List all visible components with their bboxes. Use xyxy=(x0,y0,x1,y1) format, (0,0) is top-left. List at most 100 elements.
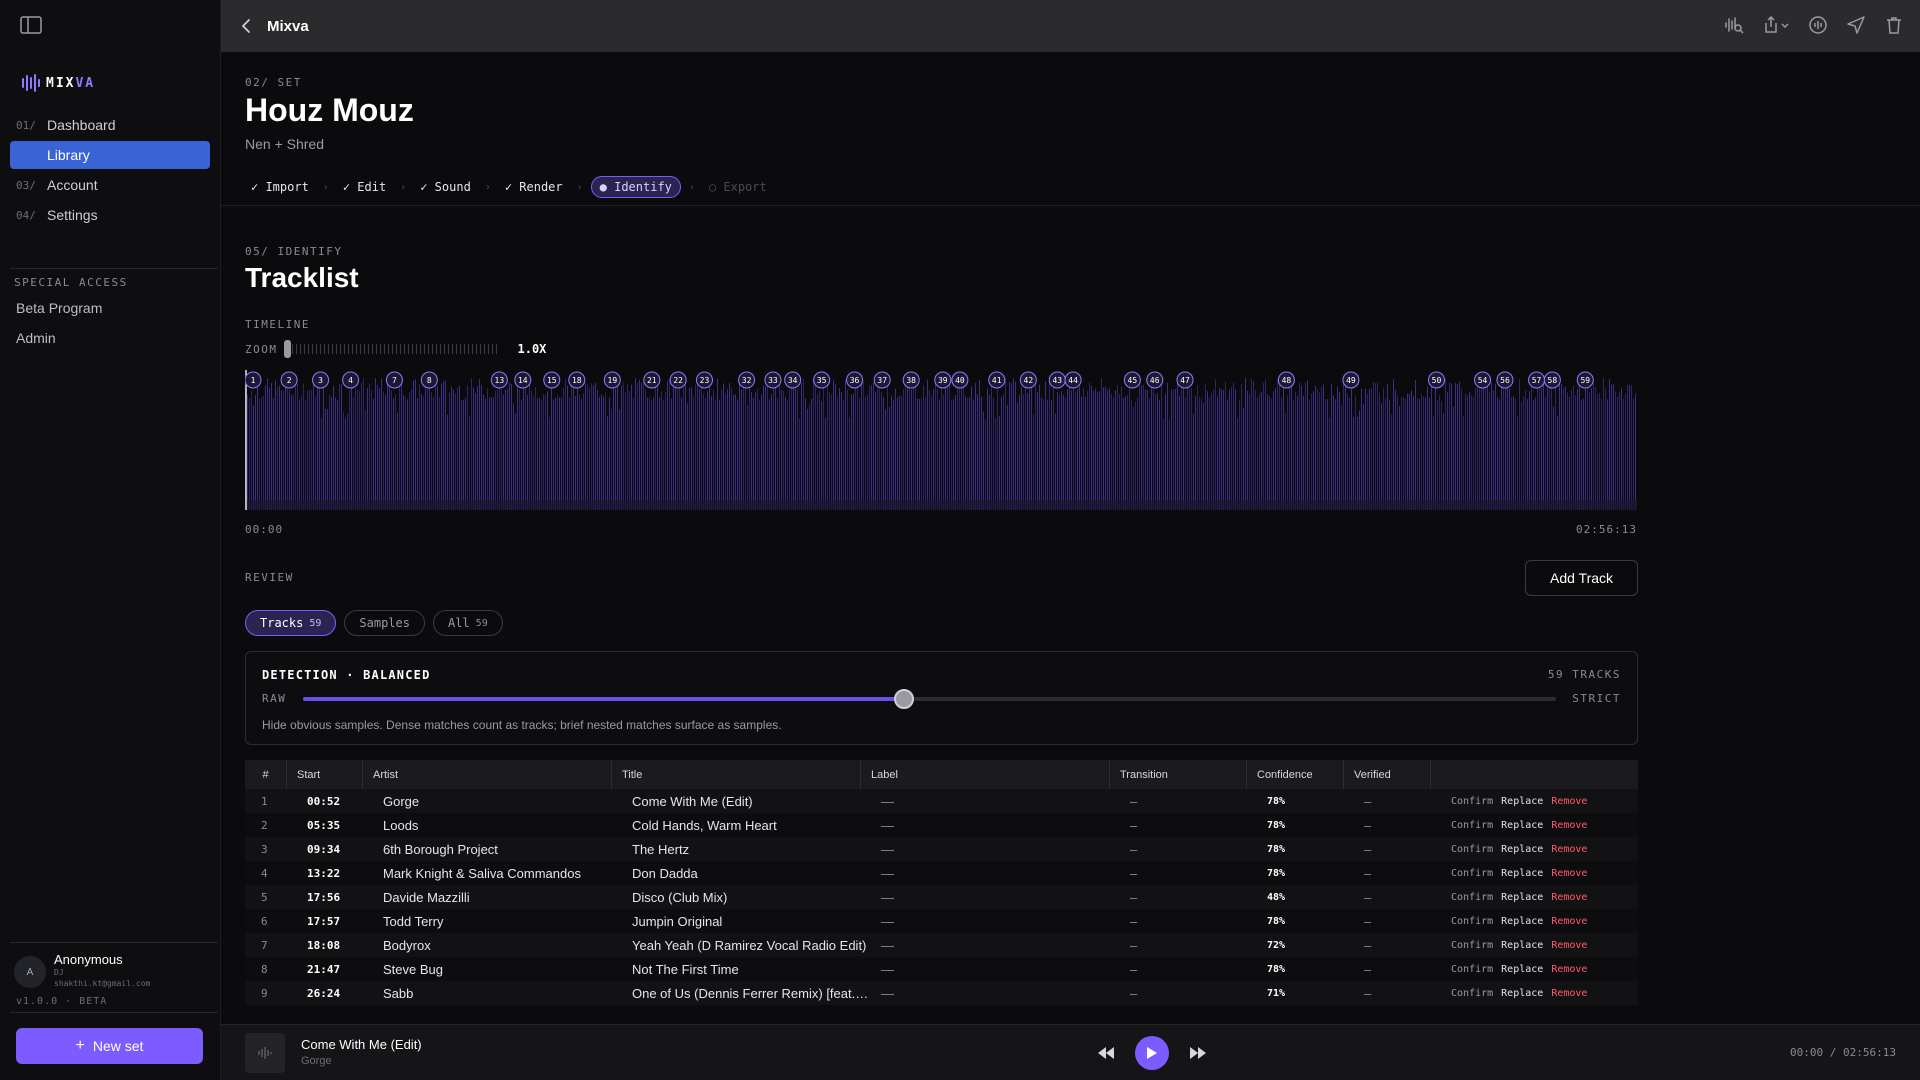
trash-icon[interactable] xyxy=(1884,15,1904,35)
track-marker[interactable]: 50 xyxy=(1427,371,1445,389)
replace-button[interactable]: Replace xyxy=(1501,844,1543,855)
column-header-start[interactable]: Start xyxy=(287,760,363,789)
sidebar-toggle-icon[interactable] xyxy=(20,16,42,34)
remove-button[interactable]: Remove xyxy=(1551,820,1587,831)
track-marker[interactable]: 22 xyxy=(669,371,687,389)
column-header-artist[interactable]: Artist xyxy=(363,760,612,789)
sidebar-link-beta-program[interactable]: Beta Program xyxy=(16,300,102,316)
track-marker[interactable]: 13 xyxy=(490,371,508,389)
remove-button[interactable]: Remove xyxy=(1551,916,1587,927)
track-marker[interactable]: 35 xyxy=(813,371,831,389)
track-marker[interactable]: 34 xyxy=(784,371,802,389)
waveform-search-icon[interactable] xyxy=(1724,15,1744,35)
track-marker[interactable]: 32 xyxy=(738,371,756,389)
confirm-button[interactable]: Confirm xyxy=(1451,820,1493,831)
column-header-number[interactable]: # xyxy=(245,760,287,789)
track-marker[interactable]: 59 xyxy=(1576,371,1594,389)
step-sound[interactable]: ✓ Sound xyxy=(414,176,477,198)
back-arrow-icon[interactable] xyxy=(239,18,255,34)
table-row[interactable]: 7 18:08 Bodyrox Yeah Yeah (D Ramirez Vocal … xyxy=(245,933,1638,957)
track-marker[interactable]: 2 xyxy=(280,371,298,389)
table-row[interactable]: 1 00:52 Gorge Come With Me (Edit) — – 78% – Conf… xyxy=(245,789,1638,813)
remove-button[interactable]: Remove xyxy=(1551,988,1587,999)
confirm-button[interactable]: Confirm xyxy=(1451,916,1493,927)
remove-button[interactable]: Remove xyxy=(1551,844,1587,855)
replace-button[interactable]: Replace xyxy=(1501,796,1543,807)
table-row[interactable]: 5 17:56 Davide Mazzilli Disco (Club Mix) — – 4… xyxy=(245,885,1638,909)
sidebar-item-library[interactable]: 02/ Library xyxy=(10,141,210,169)
confirm-button[interactable]: Confirm xyxy=(1451,988,1493,999)
step-import[interactable]: ✓ Import xyxy=(245,176,315,198)
track-marker[interactable]: 58 xyxy=(1543,371,1561,389)
remove-button[interactable]: Remove xyxy=(1551,868,1587,879)
track-marker[interactable]: 3 xyxy=(312,371,330,389)
replace-button[interactable]: Replace xyxy=(1501,940,1543,951)
sidebar-link-admin[interactable]: Admin xyxy=(16,330,56,346)
replace-button[interactable]: Replace xyxy=(1501,916,1543,927)
track-marker[interactable]: 37 xyxy=(873,371,891,389)
track-marker[interactable]: 46 xyxy=(1146,371,1164,389)
track-marker[interactable]: 43 xyxy=(1048,371,1066,389)
track-marker[interactable]: 39 xyxy=(934,371,952,389)
add-track-button[interactable]: Add Track xyxy=(1525,560,1638,596)
confirm-button[interactable]: Confirm xyxy=(1451,940,1493,951)
new-set-button[interactable]: + New set xyxy=(16,1028,203,1064)
track-marker[interactable]: 21 xyxy=(643,371,661,389)
track-marker[interactable]: 36 xyxy=(846,371,864,389)
app-logo[interactable]: MIXVA xyxy=(22,74,95,92)
column-header-transition[interactable]: Transition xyxy=(1110,760,1247,789)
step-edit[interactable]: ✓ Edit xyxy=(337,176,392,198)
remove-button[interactable]: Remove xyxy=(1551,796,1587,807)
column-header-title[interactable]: Title xyxy=(612,760,861,789)
replace-button[interactable]: Replace xyxy=(1501,988,1543,999)
track-marker[interactable]: 38 xyxy=(902,371,920,389)
replace-button[interactable]: Replace xyxy=(1501,820,1543,831)
track-marker[interactable]: 4 xyxy=(342,371,360,389)
track-marker[interactable]: 45 xyxy=(1123,371,1141,389)
filter-tracks[interactable]: Tracks 59 xyxy=(245,610,337,636)
remove-button[interactable]: Remove xyxy=(1551,892,1587,903)
track-marker[interactable]: 54 xyxy=(1474,371,1492,389)
track-marker[interactable]: 57 xyxy=(1528,371,1546,389)
track-marker[interactable]: 7 xyxy=(385,371,403,389)
column-header-label[interactable]: Label xyxy=(861,760,1110,789)
track-marker[interactable]: 33 xyxy=(764,371,782,389)
sidebar-item-settings[interactable]: 04/ Settings xyxy=(10,201,210,229)
confirm-button[interactable]: Confirm xyxy=(1451,844,1493,855)
track-marker[interactable]: 47 xyxy=(1176,371,1194,389)
track-marker[interactable]: 41 xyxy=(988,371,1006,389)
table-row[interactable]: 4 13:22 Mark Knight & Saliva Commandos Don … xyxy=(245,861,1638,885)
detection-slider[interactable] xyxy=(303,689,1556,709)
sidebar-item-dashboard[interactable]: 01/ Dashboard xyxy=(10,111,210,139)
track-marker[interactable]: 1 xyxy=(245,371,262,389)
send-icon[interactable] xyxy=(1846,15,1866,35)
confirm-button[interactable]: Confirm xyxy=(1451,796,1493,807)
table-row[interactable]: 6 17:57 Todd Terry Jumpin Original — – 78% – Con… xyxy=(245,909,1638,933)
remove-button[interactable]: Remove xyxy=(1551,964,1587,975)
zoom-slider-handle[interactable] xyxy=(283,340,291,358)
confirm-button[interactable]: Confirm xyxy=(1451,868,1493,879)
replace-button[interactable]: Replace xyxy=(1501,964,1543,975)
step-render[interactable]: ✓ Render xyxy=(499,176,569,198)
table-row[interactable]: 2 05:35 Loods Cold Hands, Warm Heart — – 78% – C… xyxy=(245,813,1638,837)
replace-button[interactable]: Replace xyxy=(1501,868,1543,879)
detection-slider-handle[interactable] xyxy=(894,689,915,709)
timeline-waveform[interactable]: 1 2 3 4 7 8 13 14 15 18 19 21 22 23 32 33 34 35 36 37 38 39 40… xyxy=(245,370,1637,518)
remove-button[interactable]: Remove xyxy=(1551,940,1587,951)
track-marker[interactable]: 8 xyxy=(420,371,438,389)
track-marker[interactable]: 23 xyxy=(695,371,713,389)
table-row[interactable]: 3 09:34 6th Borough Project The Hertz — – 78% –… xyxy=(245,837,1638,861)
filter-samples[interactable]: Samples xyxy=(344,610,425,636)
rewind-icon[interactable] xyxy=(1097,1046,1115,1060)
track-marker[interactable]: 56 xyxy=(1496,371,1514,389)
user-profile[interactable]: A Anonymous DJ shakthi.kt@gmail.com xyxy=(14,952,150,989)
sidebar-item-account[interactable]: 03/ Account xyxy=(10,171,210,199)
zoom-slider[interactable] xyxy=(283,340,500,358)
table-row[interactable]: 9 26:24 Sabb One of Us (Dennis Ferrer Remix… xyxy=(245,981,1638,1005)
track-marker[interactable]: 15 xyxy=(543,371,561,389)
track-marker[interactable]: 14 xyxy=(514,371,532,389)
replace-button[interactable]: Replace xyxy=(1501,892,1543,903)
column-header-verified[interactable]: Verified xyxy=(1344,760,1431,789)
confirm-button[interactable]: Confirm xyxy=(1451,892,1493,903)
track-marker[interactable]: 18 xyxy=(568,371,586,389)
